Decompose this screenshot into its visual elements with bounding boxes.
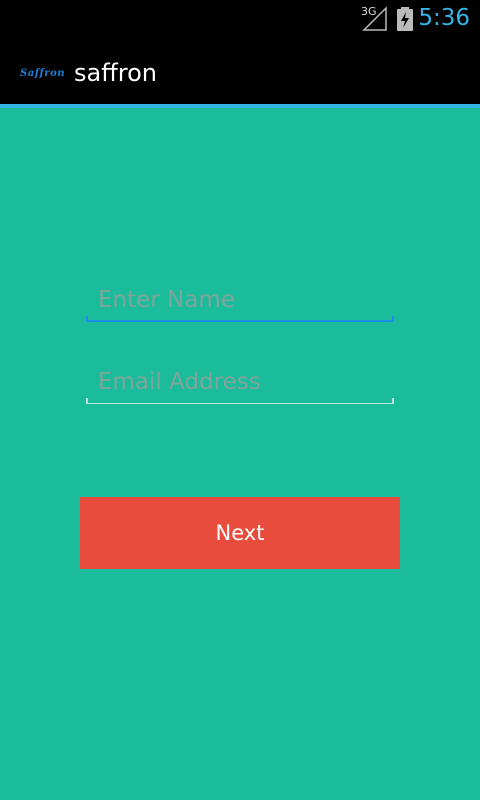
signal-icon bbox=[362, 6, 387, 31]
name-field bbox=[86, 282, 394, 322]
battery-charging-icon bbox=[397, 7, 413, 31]
app-screen: 3G 5:36 Saffron saffron Next bbox=[0, 0, 480, 800]
name-input[interactable] bbox=[86, 282, 394, 318]
app-title: saffron bbox=[74, 59, 157, 87]
email-input[interactable] bbox=[86, 364, 394, 400]
email-input-underline bbox=[86, 403, 394, 404]
name-input-underline bbox=[86, 320, 394, 322]
status-bar: 3G 5:36 bbox=[0, 0, 480, 38]
action-bar-divider bbox=[0, 104, 480, 108]
clock: 5:36 bbox=[418, 5, 470, 31]
email-field bbox=[86, 364, 394, 404]
app-logo[interactable]: Saffron bbox=[20, 68, 65, 79]
next-button[interactable]: Next bbox=[80, 497, 400, 569]
action-bar bbox=[0, 38, 480, 104]
